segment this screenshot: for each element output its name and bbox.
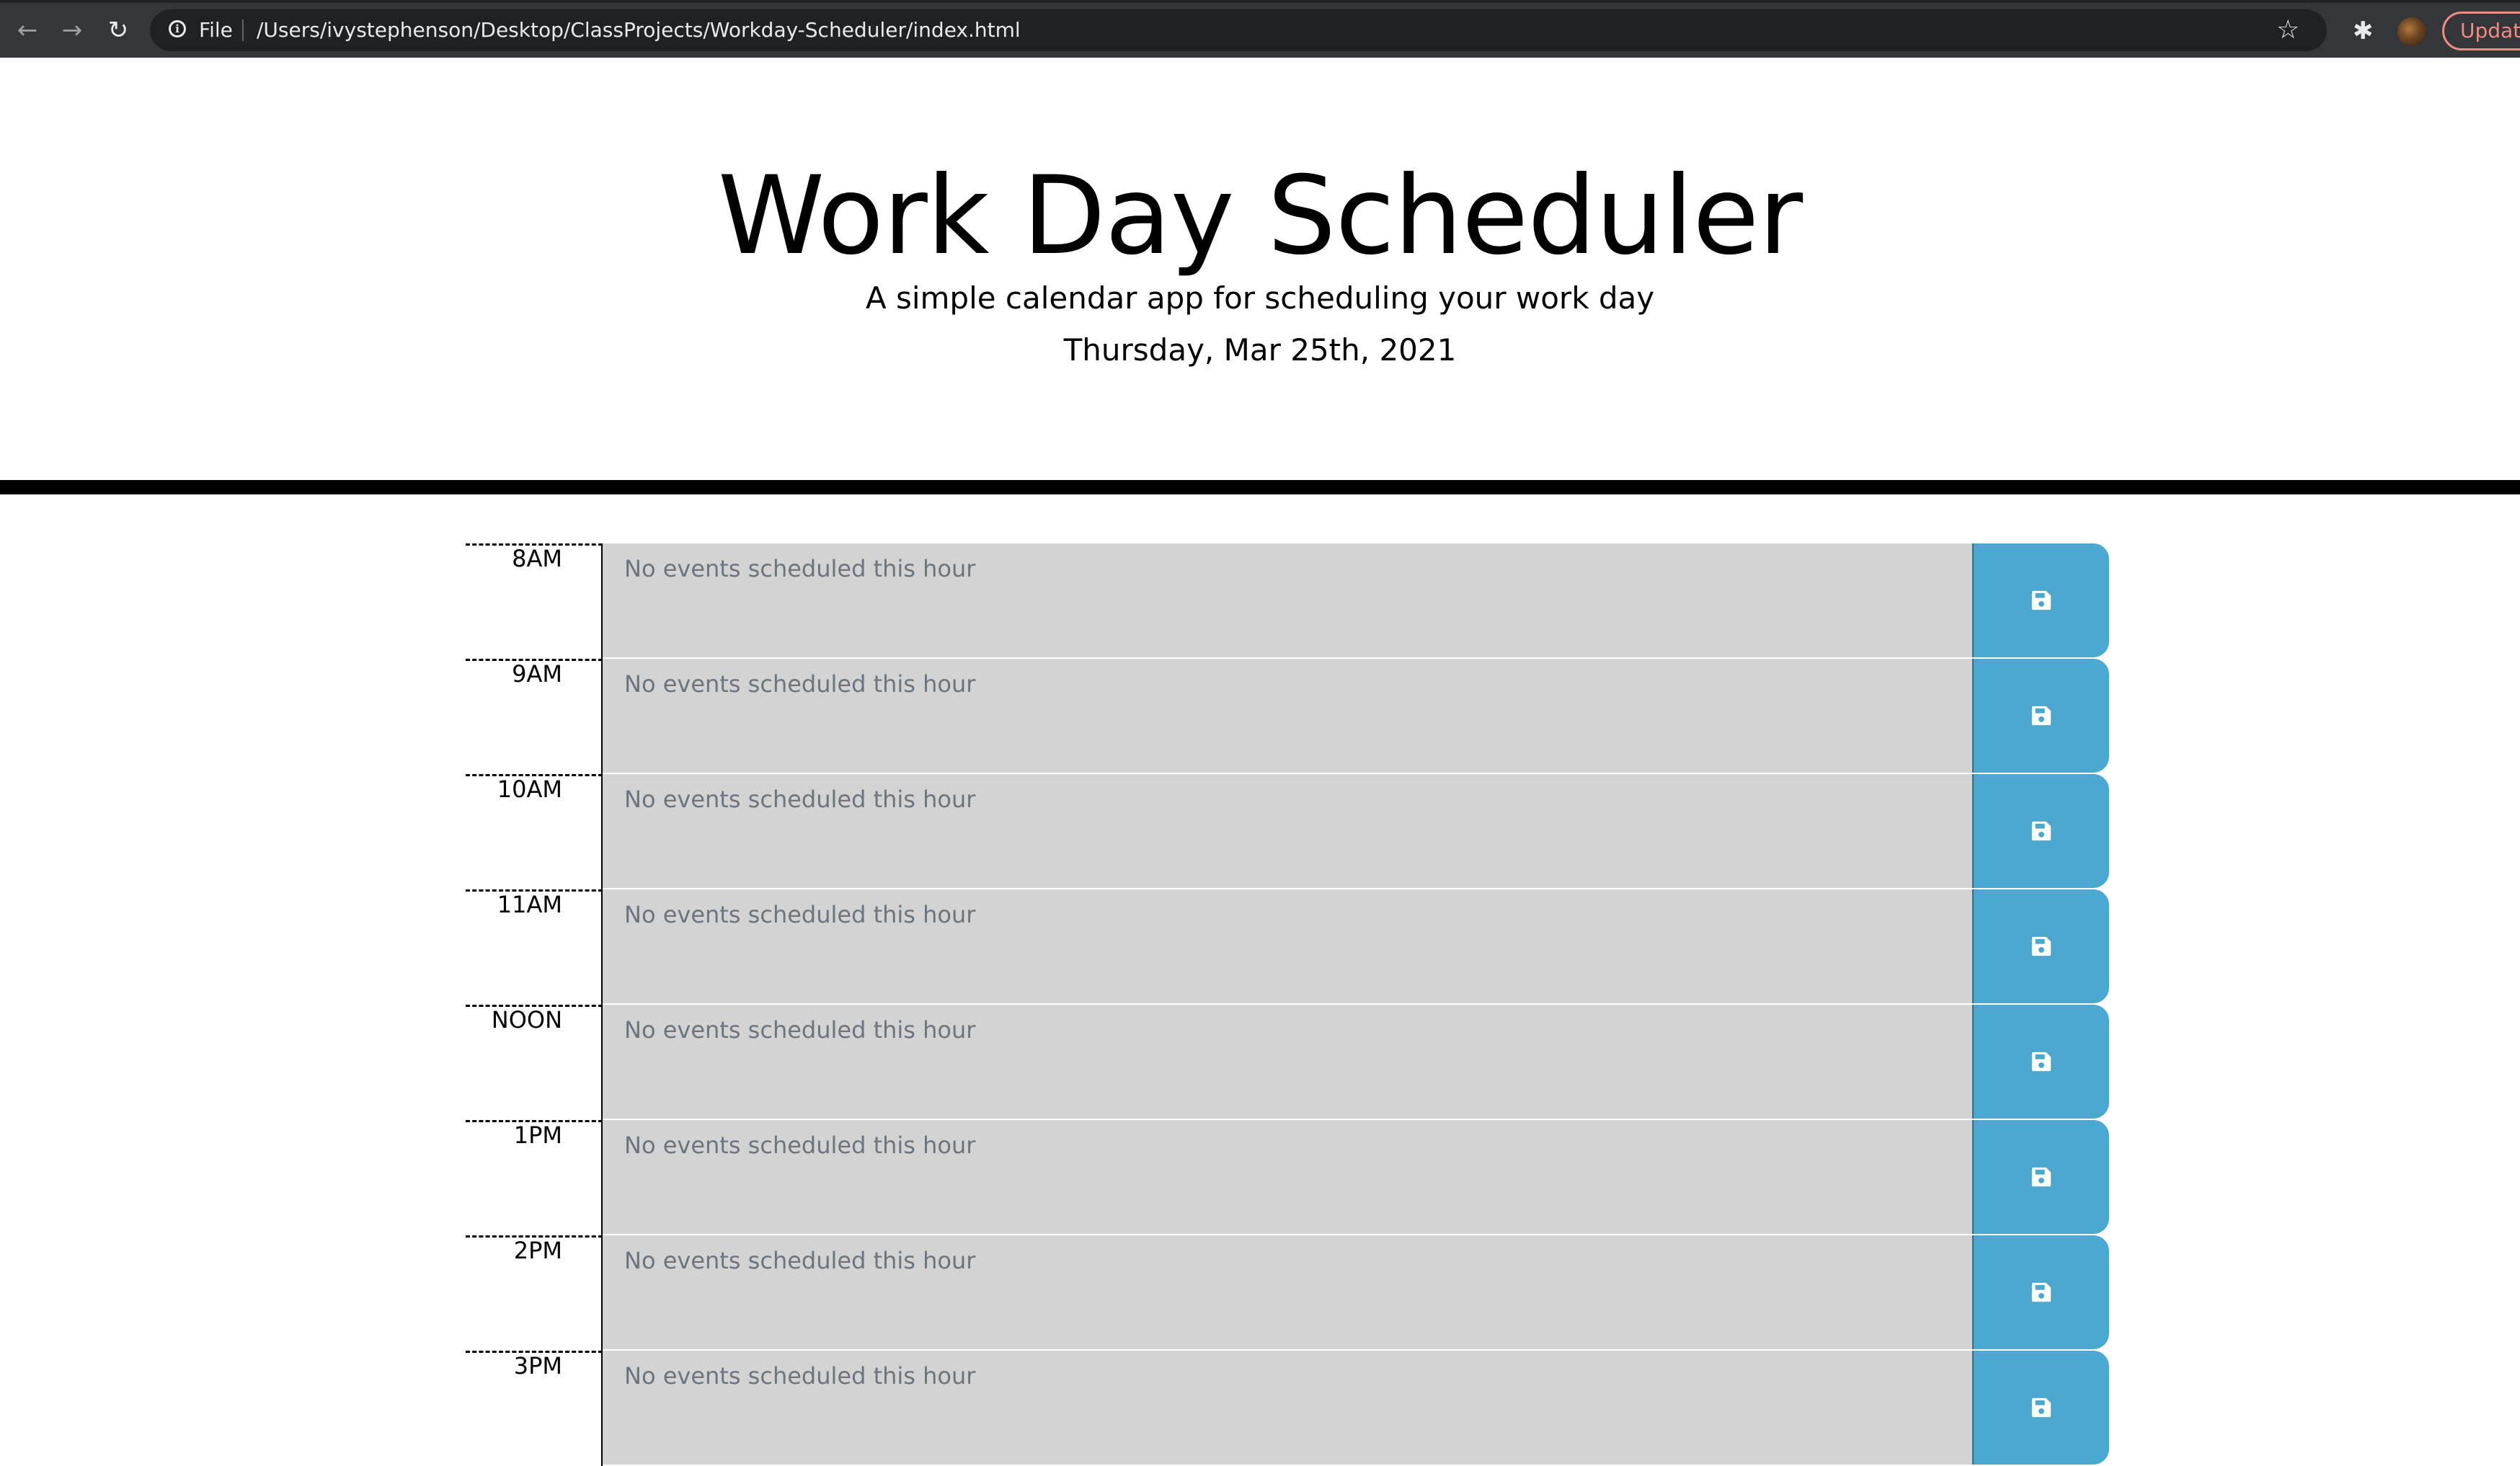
address-separator — [242, 19, 244, 41]
time-block-row: 8AM — [466, 543, 2109, 659]
forward-arrow-icon[interactable]: → — [56, 14, 88, 46]
save-button[interactable] — [1972, 543, 2109, 657]
hour-label: 9AM — [466, 659, 603, 774]
reload-icon[interactable]: ↻ — [102, 14, 134, 46]
save-button[interactable] — [1972, 1235, 2109, 1349]
header-divider — [0, 480, 2520, 494]
hour-label: 11AM — [466, 889, 603, 1005]
save-button[interactable] — [1972, 1120, 2109, 1234]
time-block-row: 11AM — [466, 889, 2109, 1005]
floppy-disk-save-icon — [2031, 1052, 2051, 1072]
time-block-row: 9AM — [466, 659, 2109, 774]
scheme-label: File — [199, 18, 233, 42]
event-description-input[interactable] — [603, 659, 1972, 774]
save-button[interactable] — [1972, 1005, 2109, 1119]
jumbotron-header: Work Day Scheduler A simple calendar app… — [0, 58, 2520, 480]
save-button[interactable] — [1972, 889, 2109, 1003]
floppy-disk-save-icon — [2031, 821, 2051, 841]
floppy-disk-save-icon — [2031, 590, 2051, 610]
time-block-row: 2PM — [466, 1235, 2109, 1351]
hour-label: NOON — [466, 1005, 603, 1120]
schedule-container: 8AM9AM10AM11AMNOON1PM2PM3PM — [466, 543, 2109, 1466]
current-day: Thursday, Mar 25th, 2021 — [1063, 332, 1457, 368]
update-button[interactable]: Update — [2442, 12, 2520, 50]
time-block-row: 1PM — [466, 1120, 2109, 1235]
floppy-disk-save-icon — [2031, 1282, 2051, 1302]
hour-label: 1PM — [466, 1120, 603, 1235]
floppy-disk-save-icon — [2031, 1398, 2051, 1418]
floppy-disk-save-icon — [2031, 1167, 2051, 1187]
hour-label: 3PM — [466, 1351, 603, 1466]
time-block-row: NOON — [466, 1005, 2109, 1120]
event-description-input[interactable] — [603, 1235, 1972, 1351]
extensions-puzzle-icon[interactable]: ✱ — [2353, 15, 2374, 47]
event-description-input[interactable] — [603, 543, 1972, 659]
address-bar[interactable]: i File /Users/ivystephenson/Desktop/Clas… — [150, 9, 2327, 51]
profile-avatar[interactable] — [2397, 17, 2426, 46]
time-block-row: 10AM — [466, 774, 2109, 889]
event-description-input[interactable] — [603, 1351, 1972, 1466]
save-button[interactable] — [1972, 774, 2109, 888]
floppy-disk-save-icon — [2031, 706, 2051, 726]
event-description-input[interactable] — [603, 774, 1972, 889]
info-icon[interactable]: i — [169, 20, 186, 37]
browser-toolbar: ← → ↻ i File /Users/ivystephenson/Deskto… — [0, 0, 2520, 58]
floppy-disk-save-icon — [2031, 936, 2051, 956]
page-title: Work Day Scheduler — [717, 154, 1803, 279]
save-button[interactable] — [1972, 659, 2109, 773]
time-block-row: 3PM — [466, 1351, 2109, 1466]
event-description-input[interactable] — [603, 889, 1972, 1005]
hour-label: 10AM — [466, 774, 603, 889]
event-description-input[interactable] — [603, 1120, 1972, 1235]
lead-subtitle: A simple calendar app for scheduling you… — [865, 280, 1655, 316]
save-button[interactable] — [1972, 1351, 2109, 1465]
bookmark-star-icon[interactable]: ☆ — [2276, 15, 2299, 45]
event-description-input[interactable] — [603, 1005, 1972, 1120]
hour-label: 2PM — [466, 1235, 603, 1351]
url-text[interactable]: /Users/ivystephenson/Desktop/ClassProjec… — [257, 18, 1021, 43]
hour-label: 8AM — [466, 543, 603, 659]
back-arrow-icon[interactable]: ← — [12, 14, 43, 46]
